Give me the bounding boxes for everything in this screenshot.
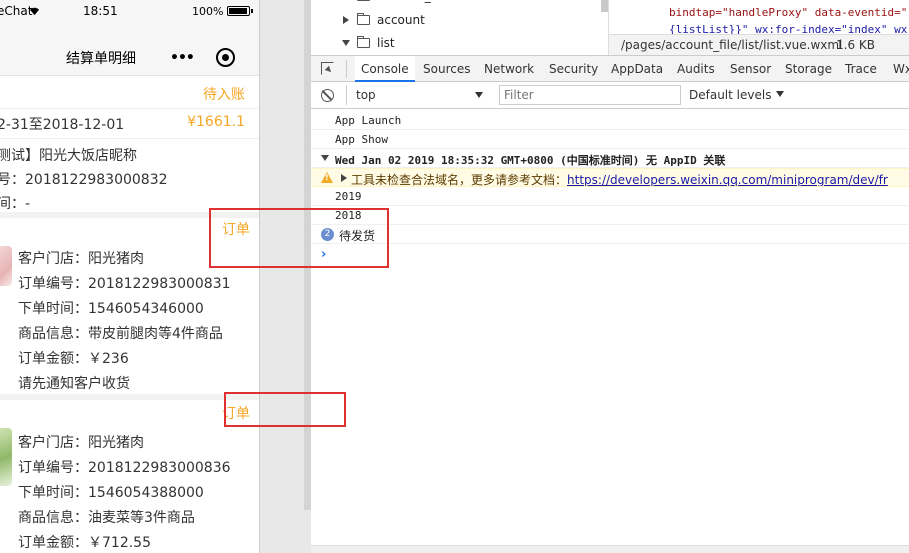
tree-scrollbar[interactable] [601,0,608,12]
inspect-element-icon[interactable] [321,62,334,75]
console-message: App Launch [311,111,909,130]
file-size: 1.6 KB [836,38,875,52]
tree-item-label: account_file [377,0,449,3]
file-path: /pages/account_file/list/list.vue.wxml [621,38,843,52]
section-gap [0,394,259,400]
context-value: top [356,88,376,102]
message-text: 2019 [335,190,362,203]
tab-storage[interactable]: Storage [785,62,832,76]
divider [0,138,259,139]
horizontal-scrollbar[interactable] [311,545,909,553]
devtools-panel: account_file account list bindtap="handl… [311,0,909,553]
tab-security[interactable]: Security [549,62,598,76]
tree-item-label: account [377,13,425,27]
console-message: 2018 [311,206,909,225]
folder-icon [357,13,370,25]
expand-arrow-icon [343,16,349,24]
close-miniprogram-icon[interactable] [216,48,235,67]
tab-console[interactable]: Console [355,56,415,82]
message-text: Wed Jan 02 2019 18:35:32 GMT+0800 (中国标准时… [335,154,726,167]
folder-icon [357,36,370,48]
chevron-down-icon [776,91,785,97]
battery-icon [227,6,253,16]
console-output: App Launch App Show Wed Jan 02 2019 18:3… [311,109,909,553]
wifi-icon [30,7,39,16]
warning-icon [321,172,333,183]
settlement-amount: ¥1661.1 [187,114,245,130]
order-store: 客户门店：阳光猪肉 [18,435,144,451]
warning-text: 工具未检查合法域名，更多请参考文档： [351,173,568,187]
chevron-down-icon [475,92,483,98]
period-range: 2-31至2018-12-01 [0,117,125,133]
settlement-time: 间：- [0,196,31,212]
tab-sensor[interactable]: Sensor [730,62,771,76]
divider [0,108,259,109]
console-warning[interactable]: 工具未检查合法域名，更多请参考文档：https://developers.wei… [311,168,909,187]
tree-item-label: list [377,36,395,50]
order-total: 订单金额：￥236 [18,351,129,367]
settlement-number: 号：2018122983000832 [0,172,168,188]
collapse-arrow-icon[interactable] [321,155,329,161]
order-goods: 商品信息：带皮前腿肉等4件商品 [18,326,223,342]
phone-screen: eChat 18:51 100% 结算单明细 ••• 待入账 2-31至2018… [0,0,260,553]
mini-program-capsule: ••• [160,44,246,72]
status-tag: 待入账 [203,87,245,103]
product-thumbnail [0,428,12,486]
order-notice: 请先通知客户收货 [18,376,130,392]
folder-icon [357,0,370,1]
code-line: bindtap="handleProxy" data-eventid=" [669,6,908,19]
product-thumbnail [0,246,12,286]
code-editor[interactable]: bindtap="handleProxy" data-eventid=" {li… [609,0,909,34]
context-selector[interactable]: top [346,85,491,105]
filter-input[interactable] [500,86,680,104]
console-message: 2 待发货 [311,225,909,244]
tab-audits[interactable]: Audits [677,62,715,76]
status-bar: eChat 18:51 100% [0,0,259,22]
page-title: 结算单明细 [66,51,136,67]
tab-sources[interactable]: Sources [423,62,470,76]
devtools-tabbar: Console Sources Network Security AppData… [311,55,909,82]
order-number: 订单编号：2018122983000836 [18,460,231,476]
store-name: 测试】阳光大饭店昵称 [0,148,137,164]
tab-network[interactable]: Network [484,62,534,76]
order-time: 下单时间：1546054346000 [18,301,204,317]
more-options-icon[interactable]: ••• [170,50,195,66]
annotation-box [209,208,389,268]
log-levels-label: Default levels [689,88,772,102]
order-time: 下单时间：1546054388000 [18,485,204,501]
docs-link[interactable]: https://developers.weixin.qq.com/minipro… [567,173,888,186]
clear-console-icon[interactable] [321,89,334,102]
tab-wx[interactable]: Wx [893,62,909,76]
console-message: App Show [311,130,909,149]
tab-trace[interactable]: Trace [845,62,877,76]
expand-arrow-icon[interactable] [341,174,347,182]
tab-appdata[interactable]: AppData [611,62,663,76]
order-goods: 商品信息：油麦菜等3件商品 [18,510,195,526]
carrier-label: eChat [0,4,33,18]
nav-bar: 结算单明细 ••• [0,22,259,76]
message-text: App Show [335,133,388,146]
file-tree: account_file account list [311,0,609,55]
order-total: 订单金额：￥712.55 [18,535,151,551]
collapse-arrow-icon [342,40,350,46]
filter-field[interactable] [499,85,681,105]
log-levels-dropdown[interactable]: Default levels [689,88,785,102]
console-group[interactable]: Wed Jan 02 2019 18:35:32 GMT+0800 (中国标准时… [311,149,909,168]
console-message: 2019 [311,187,909,206]
file-status-bar: /pages/account_file/list/list.vue.wxml 1… [609,34,909,55]
divider [346,60,347,78]
order-store: 客户门店：阳光猪肉 [18,251,144,267]
message-text: App Launch [335,114,402,127]
status-time: 18:51 [83,4,118,18]
console-toolbar: top Default levels [311,82,909,109]
battery-percent: 100% [192,5,224,18]
code-line: {listList}}" wx:for-index="index" wx: [669,23,909,34]
annotation-box [224,392,346,427]
order-number: 订单编号：2018122983000831 [18,276,231,292]
